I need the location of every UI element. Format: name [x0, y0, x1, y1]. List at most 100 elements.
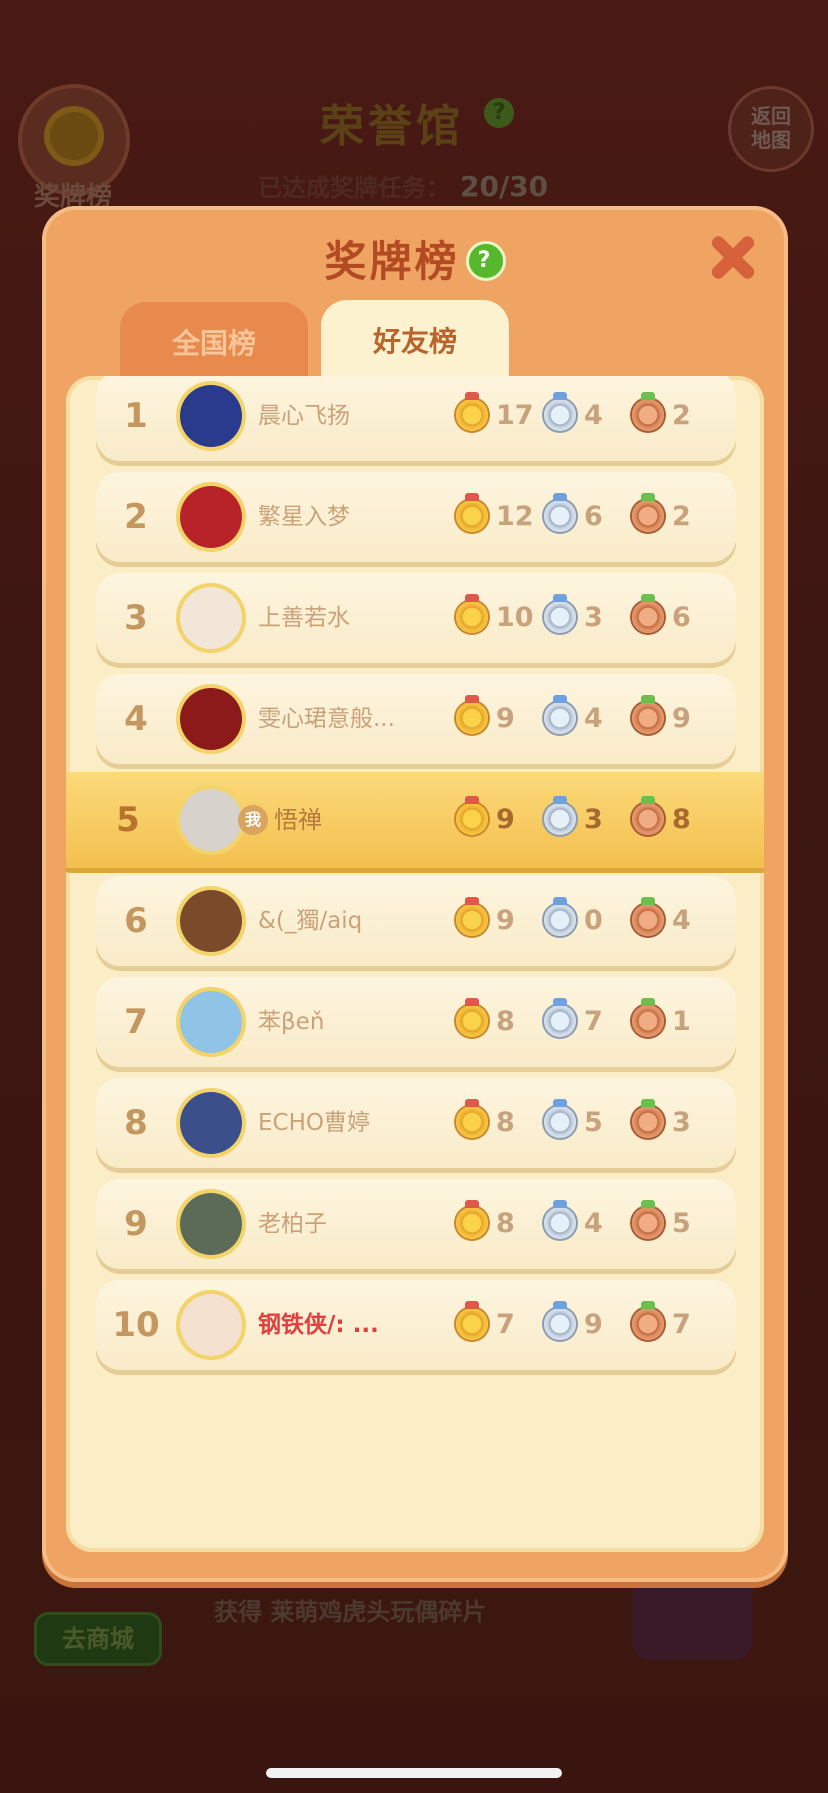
- bronze-medal-icon: [632, 1200, 664, 1239]
- player-name: &(_獨/aiq: [258, 908, 363, 934]
- return-map-button: 返回 地图: [728, 86, 814, 172]
- player-name: 苯βеň: [258, 1009, 325, 1035]
- silver-count-value: 3: [584, 602, 603, 633]
- medal-counts: 7 9 7: [456, 1280, 736, 1370]
- gold-medal-icon: [456, 897, 488, 936]
- gold-count-value: 9: [496, 905, 515, 936]
- bronze-medal-icon: [632, 897, 664, 936]
- progress-label: 已达成奖牌任务：: [258, 174, 450, 202]
- bronze-count-value: 9: [672, 703, 691, 734]
- silver-medal-icon: [544, 897, 576, 936]
- bronze-medal-icon: [632, 493, 664, 532]
- medal-counts: 17 4 2: [456, 376, 736, 461]
- avatar[interactable]: [180, 789, 242, 851]
- modal-title: 奖牌榜?: [42, 228, 788, 289]
- my-leaderboard-row[interactable]: 5 我悟禅 9 3 8: [66, 772, 764, 868]
- player-name: 晨心飞扬: [258, 403, 350, 429]
- gold-count-value: 17: [496, 400, 534, 431]
- gold-count-value: 9: [496, 703, 515, 734]
- leaderboard-row[interactable]: 3 上善若水 10 3 6: [96, 573, 736, 663]
- close-icon[interactable]: [710, 234, 756, 280]
- medal-counts: 12 6 2: [456, 472, 736, 562]
- bronze-count-value: 2: [672, 400, 691, 431]
- medal-counts: 8 7 1: [456, 977, 736, 1067]
- leaderboard-row[interactable]: 6 &(_獨/aiq 9 0 4: [96, 876, 736, 966]
- leaderboard-list[interactable]: 1 晨心飞扬 17 4 2 2 繁星入梦 12 6 2 3 上善若水 1 0 3 6 4…: [66, 376, 764, 1552]
- bronze-medal-icon: [632, 594, 664, 633]
- tab-friends[interactable]: 好友榜: [321, 300, 509, 384]
- avatar[interactable]: [180, 1092, 242, 1154]
- leaderboard-row[interactable]: 8 ECHO曹婷 8 5 3: [96, 1078, 736, 1168]
- silver-medal-icon: [544, 1200, 576, 1239]
- help-icon: ?: [484, 98, 514, 128]
- bronze-medal-icon: [632, 392, 664, 431]
- silver-count-value: 3: [584, 804, 603, 835]
- medal-counts: 9 3 8: [456, 772, 736, 868]
- gold-medal-icon: [456, 594, 488, 633]
- progress-value: 20/30: [460, 170, 549, 203]
- leaderboard-row[interactable]: 1 晨心飞扬 17 4 2: [96, 376, 736, 461]
- silver-medal-icon: [544, 392, 576, 431]
- gold-count-value: 8: [496, 1208, 515, 1239]
- rank-number: 3: [124, 598, 148, 638]
- rank-number: 1: [124, 396, 148, 436]
- gold-count-value: 12: [496, 501, 534, 532]
- leaderboard-row[interactable]: 10 钢铁侠/: ... 7 9 7: [96, 1280, 736, 1370]
- gold-medal-icon: [456, 1099, 488, 1138]
- silver-medal-icon: [544, 594, 576, 633]
- avatar[interactable]: [180, 385, 242, 447]
- avatar[interactable]: [180, 890, 242, 952]
- medal-counts: 9 4 9: [456, 674, 736, 764]
- leaderboard-row[interactable]: 4 雯心珺意般... 9 4 9: [96, 674, 736, 764]
- medal-task-progress: 已达成奖牌任务： 20/30: [258, 168, 548, 203]
- silver-count-value: 0: [584, 905, 603, 936]
- avatar[interactable]: [180, 1294, 242, 1356]
- silver-count-value: 4: [584, 400, 603, 431]
- player-name: 上善若水: [258, 605, 350, 631]
- avatar[interactable]: [180, 991, 242, 1053]
- return-map-label-line2: 地图: [751, 128, 791, 152]
- avatar[interactable]: [180, 587, 242, 649]
- gold-medal-icon: [456, 392, 488, 431]
- rank-number: 9: [124, 1204, 148, 1244]
- leaderboard-row[interactable]: 2 繁星入梦 12 6 2: [96, 472, 736, 562]
- gold-count-value: 8: [496, 1006, 515, 1037]
- gold-medal-icon: [456, 1200, 488, 1239]
- player-name: 繁星入梦: [258, 504, 350, 530]
- reward-text: 获得 莱萌鸡虎头玩偶碎片: [214, 1598, 487, 1626]
- rank-number: 5: [116, 800, 140, 840]
- avatar[interactable]: [180, 486, 242, 548]
- silver-medal-icon: [544, 695, 576, 734]
- bronze-count-value: 5: [672, 1208, 691, 1239]
- bronze-count-value: 2: [672, 501, 691, 532]
- gold-medal-icon: [456, 1301, 488, 1340]
- rank-number: 6: [124, 901, 148, 941]
- silver-count-value: 6: [584, 501, 603, 532]
- silver-medal-icon: [544, 1301, 576, 1340]
- gold-medal-icon: [456, 796, 488, 835]
- tab-national[interactable]: 全国榜: [120, 302, 308, 386]
- home-indicator: [266, 1768, 562, 1778]
- rank-number: 8: [124, 1103, 148, 1143]
- avatar[interactable]: [180, 1193, 242, 1255]
- avatar[interactable]: [180, 688, 242, 750]
- silver-count-value: 7: [584, 1006, 603, 1037]
- bronze-count-value: 8: [672, 804, 691, 835]
- silver-medal-icon: [544, 1099, 576, 1138]
- player-name: 雯心珺意般...: [258, 706, 395, 732]
- leaderboard-row[interactable]: 9 老柏子 8 4 5: [96, 1179, 736, 1269]
- medal-leaderboard-modal: 奖牌榜? 全国榜 好友榜 1 晨心飞扬 17 4 2 2 繁星入梦 12 6 2 3…: [42, 206, 788, 1582]
- leaderboard-row[interactable]: 7 苯βеň 8 7 1: [96, 977, 736, 1067]
- gold-medal-icon: [456, 695, 488, 734]
- help-icon[interactable]: ?: [465, 240, 506, 281]
- bronze-count-value: 6: [672, 602, 691, 633]
- bronze-medal-icon: [632, 1099, 664, 1138]
- silver-count-value: 9: [584, 1309, 603, 1340]
- rank-number: 2: [124, 497, 148, 537]
- player-name: 老柏子: [258, 1211, 327, 1237]
- medal-counts: 8 5 3: [456, 1078, 736, 1168]
- rank-number: 7: [124, 1002, 148, 1042]
- gold-medal-icon: [456, 493, 488, 532]
- player-name: ECHO曹婷: [258, 1110, 370, 1136]
- gold-medal-icon: [456, 998, 488, 1037]
